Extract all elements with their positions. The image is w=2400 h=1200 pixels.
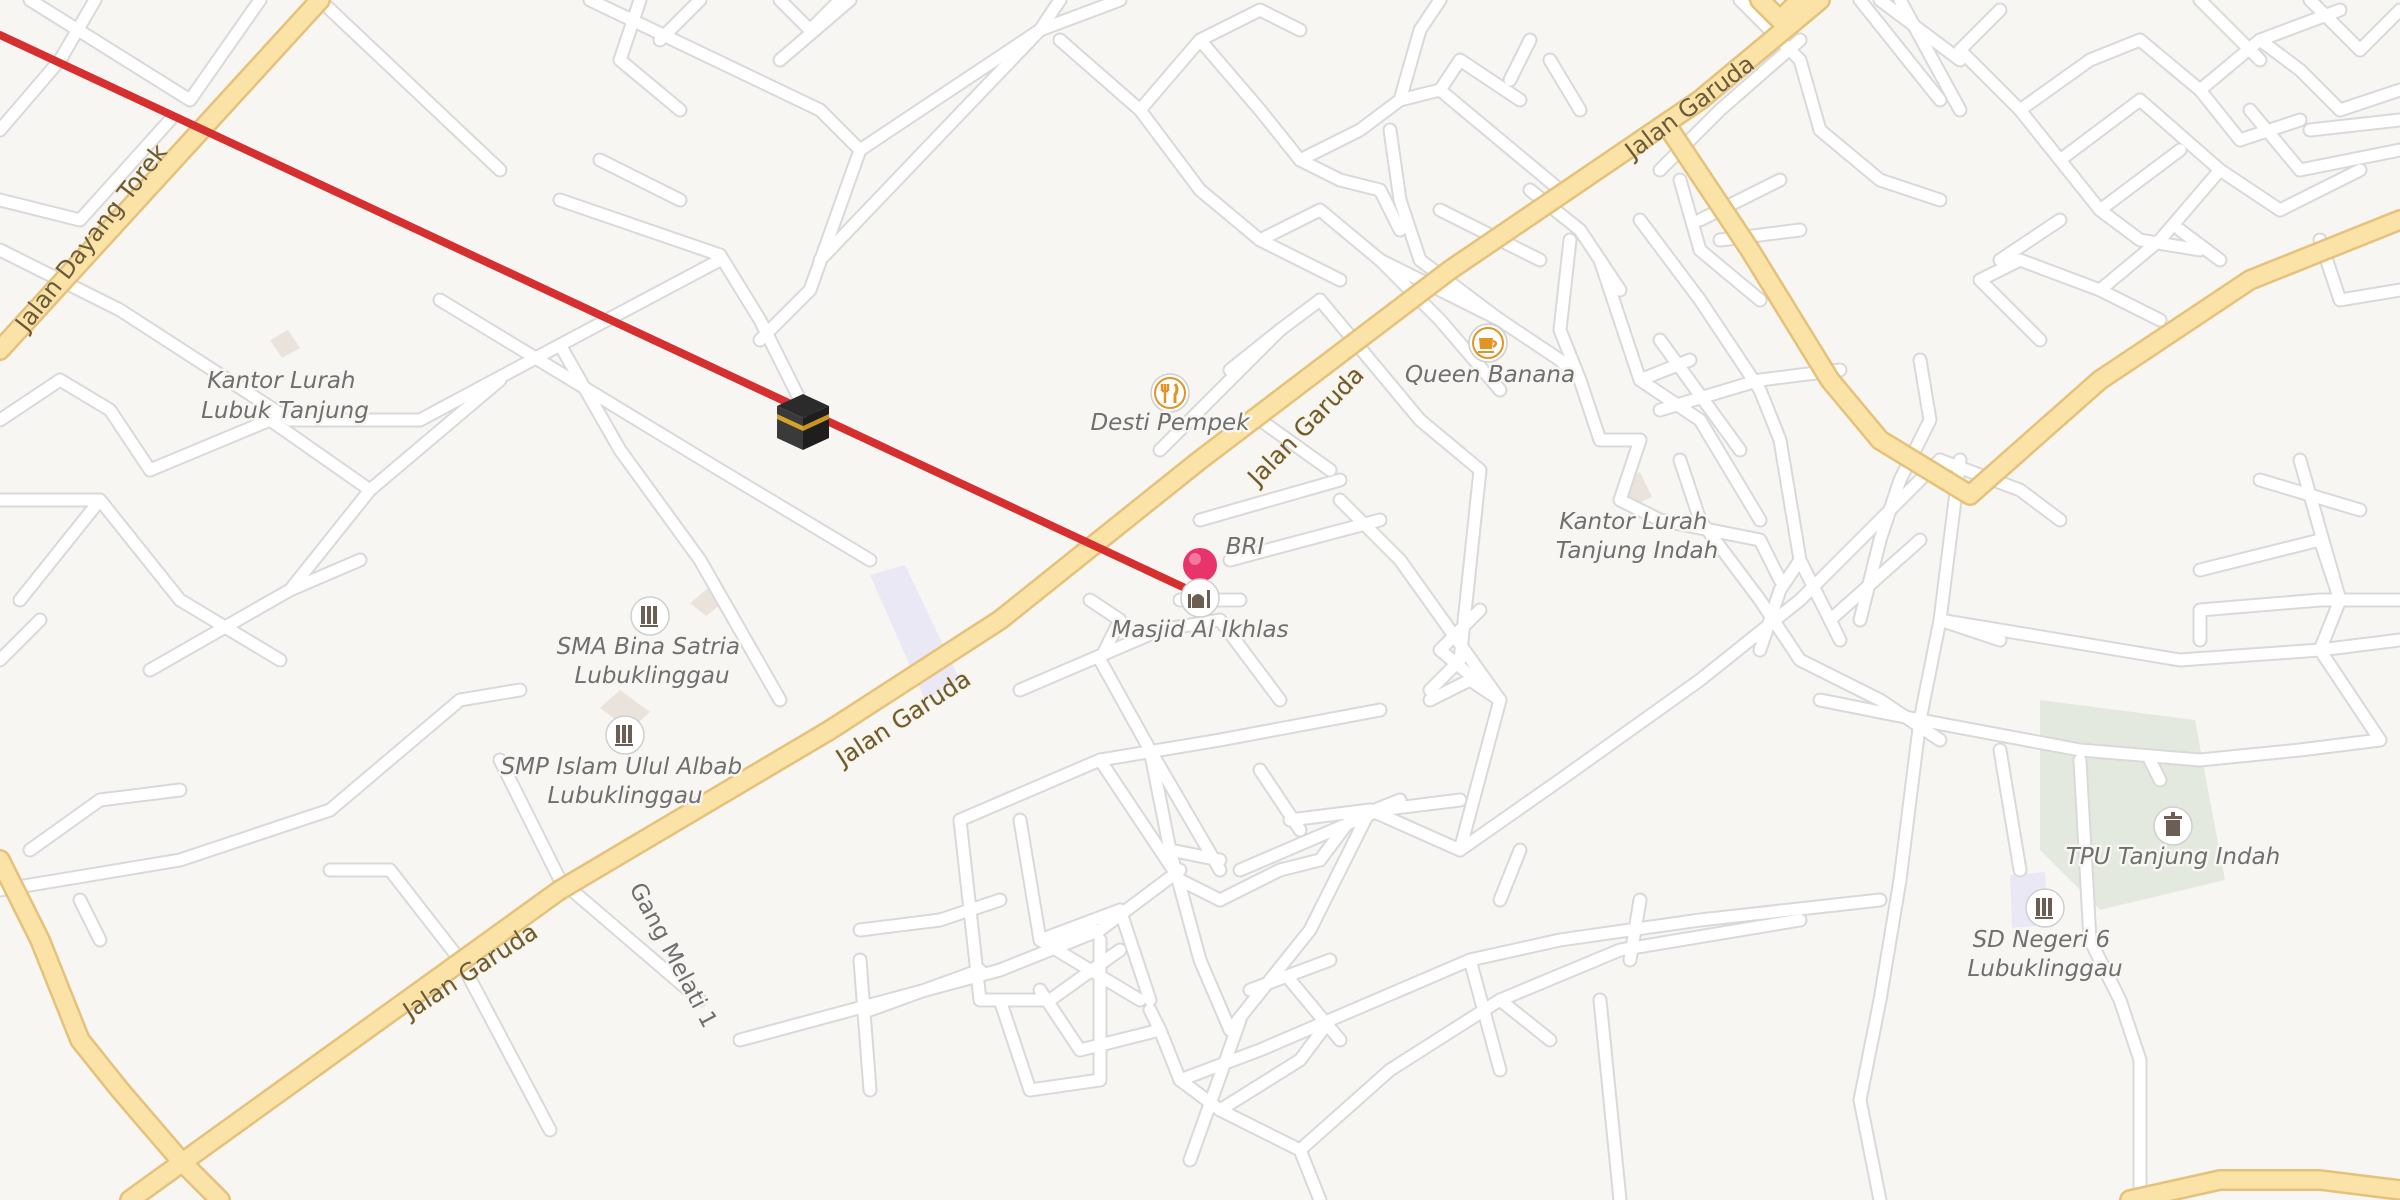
map-canvas[interactable]: Jalan Garuda Jalan Garuda Jalan Garuda J…	[0, 0, 2400, 1200]
coffee-cup-icon[interactable]	[1468, 323, 1508, 363]
fork-knife-icon[interactable]	[1150, 373, 1190, 413]
label-desti-pempek: Desti Pempek	[1090, 410, 1251, 436]
label-bri: BRI	[1226, 534, 1265, 560]
school-icon[interactable]	[605, 715, 645, 755]
cemetery-icon[interactable]	[2153, 806, 2193, 846]
label-queen-banana: Queen Banana	[1405, 362, 1575, 388]
label-tpu-tanjung-indah: TPU Tanjung Indah	[2066, 844, 2280, 870]
mosque-icon[interactable]	[1180, 578, 1220, 618]
school-icon[interactable]	[630, 596, 670, 636]
school-icon[interactable]	[2025, 888, 2065, 928]
label-masjid-al-ikhlas: Masjid Al Ikhlas	[1111, 617, 1288, 643]
